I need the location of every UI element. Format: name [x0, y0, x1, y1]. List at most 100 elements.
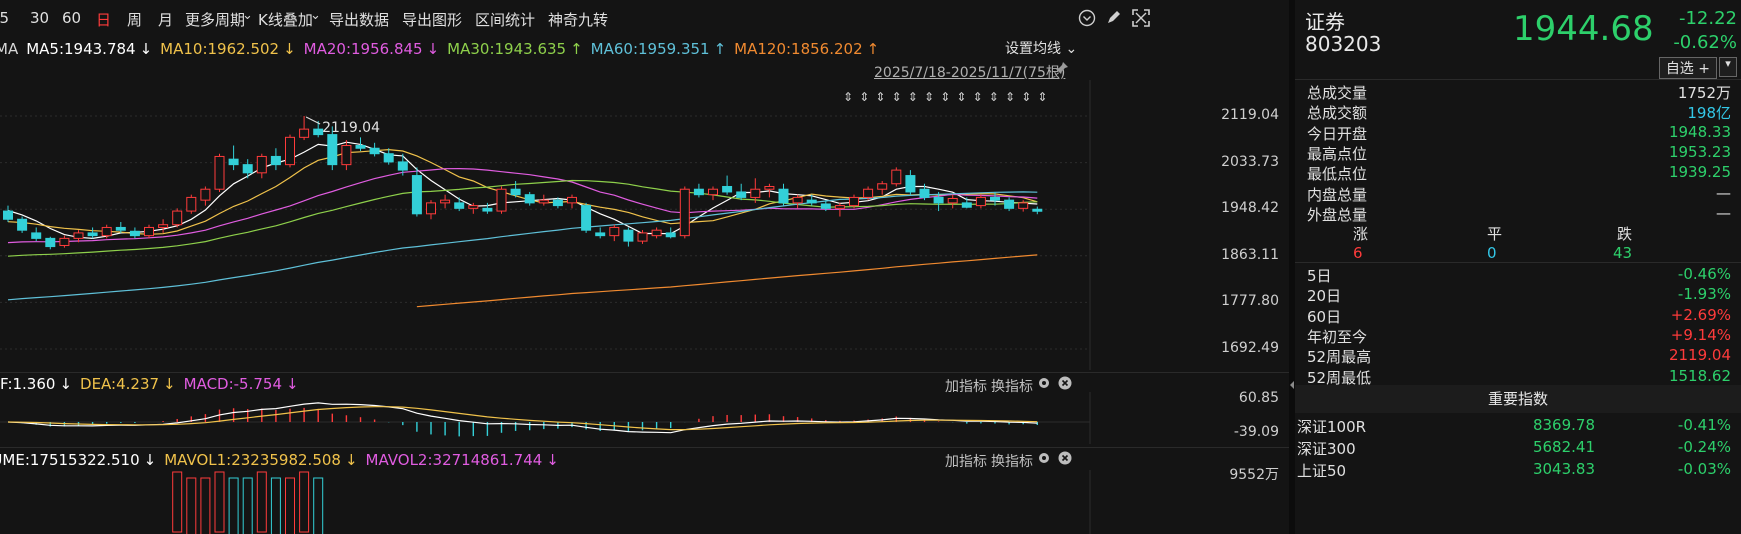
period-row: 20日 -1.93% — [1307, 285, 1731, 307]
index-row[interactable]: 上证50 3043.83 -0.03% — [1295, 460, 1731, 482]
period-label: 60日 — [1307, 307, 1342, 326]
legend-item: MA60:1959.351 — [590, 40, 710, 58]
volume-bar — [228, 477, 239, 534]
candle — [947, 194, 958, 209]
stat-label: 总成交额 — [1307, 104, 1368, 123]
candle — [17, 216, 28, 233]
quote-panel: 证券 803203 1944.68 -12.22 -0.62% 自选 + ▾ 总… — [1295, 0, 1741, 534]
stat-label: 总成交量 — [1307, 84, 1368, 102]
breadth-label: 跌 — [1617, 225, 1633, 243]
candle — [595, 227, 606, 239]
volume-chart — [172, 470, 1091, 534]
legend-prefix: MA — [0, 40, 19, 58]
index-row[interactable]: 深证100R 8369.78 -0.41% — [1295, 416, 1731, 438]
period-tab-5[interactable]: 月 — [158, 9, 173, 30]
breadth-value: 0 — [1487, 244, 1497, 262]
candle — [524, 191, 535, 206]
trend-arrow-icon: ↓ — [344, 451, 358, 469]
stat-value: 1752万 — [1677, 84, 1731, 102]
ma5-line — [7, 141, 1038, 240]
stat-value: — — [1716, 203, 1731, 222]
collapse-icon[interactable] — [1078, 9, 1096, 31]
candle — [778, 183, 789, 206]
dropdown-caret-icon[interactable]: ▾ — [1719, 57, 1737, 77]
period-tab-2[interactable]: 60 — [62, 9, 81, 27]
range-label[interactable]: 2025/7/18-2025/11/7(75根) — [874, 62, 1065, 82]
candle — [510, 181, 521, 198]
period-tab-1[interactable]: 30 — [30, 9, 49, 27]
stat-row: 总成交量 1752万 — [1307, 82, 1731, 104]
candle — [200, 186, 211, 206]
fullscreen-icon[interactable] — [1132, 9, 1150, 31]
ma-settings-label: 设置均线 — [1005, 41, 1061, 57]
macd-dea-line — [7, 406, 1038, 431]
draw-tool-icon[interactable] — [1106, 9, 1122, 29]
candle — [538, 194, 549, 206]
period-tab-10[interactable]: 区间统计 — [475, 9, 535, 30]
volume-add-indicator-button[interactable]: 加指标 — [945, 451, 987, 471]
period-value: 2119.04 — [1668, 346, 1731, 365]
signal-marker-icon: ⇕ — [859, 90, 869, 104]
signal-marker-icon: ⇕ — [924, 90, 934, 104]
ma-settings-button[interactable]: 设置均线 ⌄ — [1005, 38, 1077, 58]
candle — [708, 186, 718, 201]
period-tab-0[interactable]: 15 — [0, 9, 9, 27]
candle — [905, 170, 916, 195]
candle — [440, 194, 451, 209]
candle — [228, 145, 239, 171]
candle — [651, 227, 662, 239]
ma30-line — [7, 179, 1038, 257]
security-name: 证券 — [1305, 10, 1345, 34]
index-row[interactable]: 深证300 5682.41 -0.24% — [1295, 438, 1731, 460]
chevron-down-icon[interactable]: ⌄ — [242, 8, 253, 23]
legend-item: MA5:1943.784 — [26, 40, 136, 58]
index-change-pct: -0.24% — [1677, 438, 1731, 456]
period-tab-3[interactable]: 日 — [96, 9, 111, 30]
price-axis-label: 1777.80 — [1221, 293, 1279, 310]
legend-item: MA10:1962.502 — [160, 40, 280, 58]
add-watchlist-button[interactable]: 自选 + — [1658, 57, 1717, 79]
signal-marker-icon: ⇕ — [908, 90, 918, 104]
candle — [115, 221, 126, 233]
volume-bar — [172, 471, 183, 533]
signal-marker-icon: ⇕ — [989, 90, 999, 104]
trend-arrow-icon: ↓ — [426, 40, 440, 58]
pin-icon[interactable] — [1055, 61, 1069, 79]
period-tab-11[interactable]: 神奇九转 — [548, 9, 608, 30]
volume-separator — [0, 447, 1289, 448]
volume-legend: VOLUME:17515322.510↓MAVOL1:23235982.508↓… — [0, 451, 567, 471]
stat-value: 1939.25 — [1668, 163, 1731, 182]
chevron-down-icon[interactable]: ⌄ — [310, 8, 321, 23]
chevron-down-icon: ⌄ — [1065, 41, 1078, 57]
close-icon[interactable] — [1058, 451, 1072, 469]
macd-dif-line — [7, 402, 1038, 434]
volume-swap-indicator-button[interactable]: 换指标 — [991, 451, 1033, 471]
trend-arrow-icon: ↑ — [570, 40, 583, 58]
price-axis-label: 1863.11 — [1221, 246, 1279, 263]
candle — [214, 153, 225, 192]
price-change: -12.22 — [1678, 8, 1737, 29]
legend-item: MA120:1856.202 — [734, 40, 863, 58]
ma120-line — [416, 254, 1038, 308]
stat-row: 最低点位 1939.25 — [1307, 163, 1731, 185]
volume-bar — [285, 477, 295, 534]
candle — [665, 227, 676, 239]
volume-bar — [200, 477, 211, 534]
period-tab-8[interactable]: 导出数据 — [329, 9, 389, 30]
volume-axis-top: 9552万 — [1229, 467, 1279, 483]
period-tab-4[interactable]: 周 — [127, 9, 142, 30]
period-tab-7[interactable]: K线叠加 — [258, 9, 313, 30]
candle — [581, 202, 592, 233]
period-tab-9[interactable]: 导出图形 — [402, 9, 462, 30]
candle — [158, 219, 169, 233]
candle — [144, 224, 154, 239]
candle — [299, 116, 310, 141]
stat-row: 今日开盘 1948.33 — [1307, 123, 1731, 145]
gear-icon[interactable] — [1037, 451, 1051, 469]
stat-row: 最高点位 1953.23 — [1307, 143, 1731, 165]
candle — [975, 194, 986, 209]
period-tab-6[interactable]: 更多周期 — [185, 9, 245, 30]
stat-label: 内盘总量 — [1307, 185, 1368, 204]
candle — [256, 153, 267, 179]
period-value: +2.69% — [1670, 305, 1731, 324]
